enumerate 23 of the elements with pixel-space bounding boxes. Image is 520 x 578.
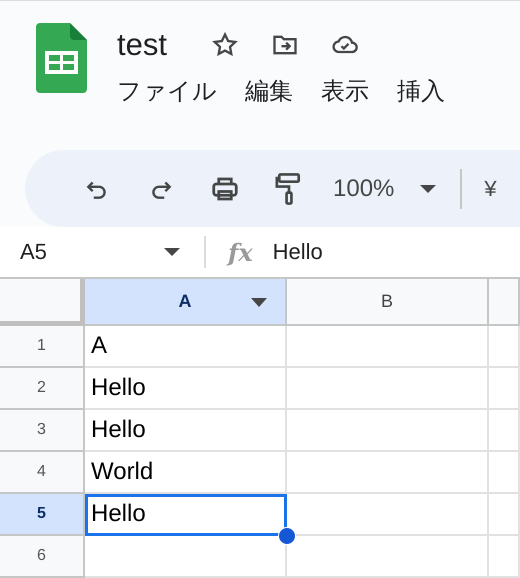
menu-item[interactable]: ファイル (117, 75, 217, 107)
menu-item[interactable]: 編集 (245, 75, 293, 107)
row-header[interactable]: 4 (0, 452, 85, 494)
active-cell[interactable]: Hello (85, 494, 287, 536)
row-header[interactable]: 3 (0, 410, 85, 452)
name-box[interactable]: A5 (20, 239, 47, 265)
column-header[interactable]: B (287, 279, 489, 326)
menu-item[interactable]: 表示 (321, 75, 369, 107)
currency-button[interactable]: ¥ (484, 176, 497, 202)
table-cell[interactable]: Hello (85, 410, 287, 452)
function-label: fx (228, 238, 253, 266)
menu-item[interactable]: 挿入 (397, 75, 445, 107)
row-header[interactable]: 1 (0, 326, 85, 368)
table-cell[interactable]: A (85, 326, 287, 368)
formula-input[interactable]: Hello (272, 239, 323, 265)
document-title[interactable]: test (117, 27, 167, 63)
table-cell[interactable]: Hello (85, 368, 287, 410)
row-header[interactable]: 6 (0, 536, 85, 578)
column-header[interactable]: A (85, 279, 287, 326)
zoom-select[interactable]: 100% (323, 174, 436, 203)
table-cell[interactable]: World (85, 452, 287, 494)
row-header[interactable]: 2 (0, 368, 85, 410)
row-header[interactable]: 5 (0, 494, 85, 536)
